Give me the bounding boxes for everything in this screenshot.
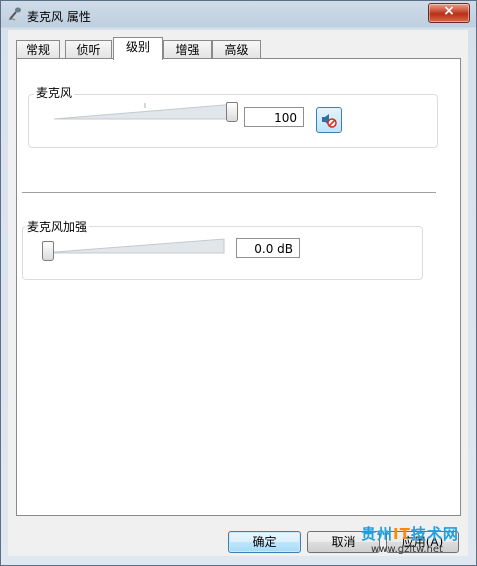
boost-label: 麦克风加强 bbox=[25, 218, 90, 235]
dialog-client-area: 常规 侦听 级别 增强 高级 麦克风 100 麦克风加强 0.0 dB 确定 取… bbox=[8, 30, 468, 556]
close-icon: × bbox=[443, 3, 455, 19]
ok-button[interactable]: 确定 bbox=[228, 531, 301, 553]
microphone-volume-thumb[interactable] bbox=[226, 102, 238, 122]
properties-window: 麦克风 属性 × 常规 侦听 级别 增强 高级 麦克风 100 麦克风加强 0.… bbox=[0, 0, 477, 566]
mute-button[interactable] bbox=[316, 107, 342, 133]
watermark-brand: 贵州IT技术网 bbox=[361, 525, 459, 543]
section-separator bbox=[22, 192, 436, 194]
window-title: 麦克风 属性 bbox=[27, 10, 91, 24]
tab-general[interactable]: 常规 bbox=[16, 40, 60, 59]
tab-listen[interactable]: 侦听 bbox=[65, 40, 112, 59]
title-bar[interactable]: 麦克风 属性 × bbox=[1, 1, 476, 29]
watermark: 贵州IT技术网 www.gzitw.net bbox=[361, 523, 471, 563]
tab-enhancements[interactable]: 增强 bbox=[163, 40, 212, 59]
close-button[interactable]: × bbox=[428, 3, 470, 23]
boost-value[interactable]: 0.0 dB bbox=[236, 238, 300, 258]
microphone-icon bbox=[8, 7, 21, 21]
levels-panel: 麦克风 100 麦克风加强 0.0 dB bbox=[16, 58, 461, 516]
tab-levels[interactable]: 级别 bbox=[113, 37, 163, 60]
boost-thumb[interactable] bbox=[42, 241, 54, 261]
watermark-url: www.gzitw.net bbox=[371, 544, 443, 555]
tab-advanced[interactable]: 高级 bbox=[212, 40, 261, 59]
microphone-volume-slider[interactable] bbox=[52, 99, 238, 123]
speaker-muted-icon bbox=[322, 114, 337, 128]
boost-slider[interactable] bbox=[40, 237, 226, 261]
microphone-volume-value[interactable]: 100 bbox=[244, 107, 304, 127]
